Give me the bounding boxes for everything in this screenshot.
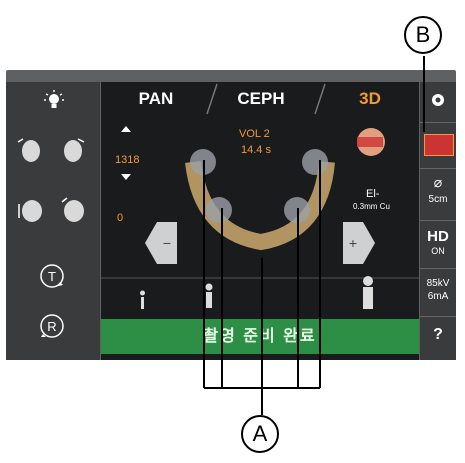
callout-b: B bbox=[404, 16, 442, 54]
callout-a: A bbox=[241, 415, 279, 453]
callout-lines bbox=[203, 56, 425, 415]
